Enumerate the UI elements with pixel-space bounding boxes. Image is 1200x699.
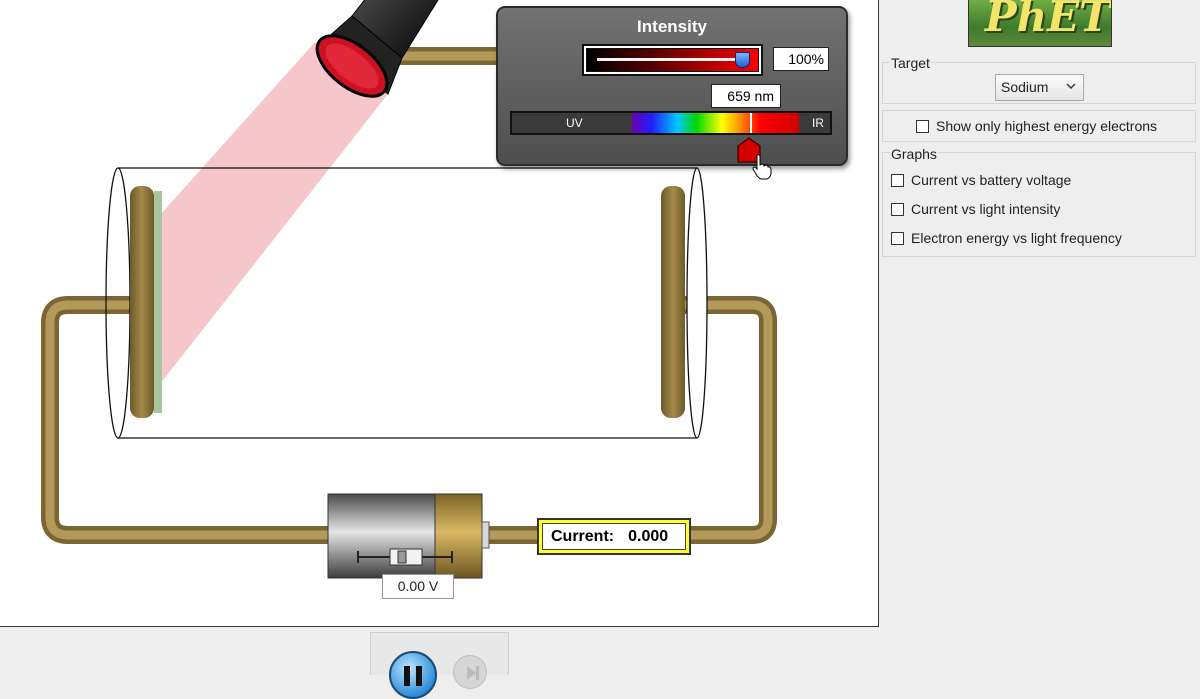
- phet-logo: PhET: [968, 0, 1112, 47]
- target-plate: [130, 186, 154, 418]
- step-icon: [467, 666, 479, 680]
- target-select[interactable]: Sodium: [995, 74, 1084, 101]
- intensity-track-line: [597, 58, 744, 61]
- intensity-slider[interactable]: [582, 44, 763, 76]
- clock-controls: [370, 632, 509, 699]
- graph-current-vs-intensity-label: Current vs light intensity: [911, 201, 1061, 217]
- current-label: Current:: [551, 528, 615, 545]
- chevron-down-icon: [1066, 83, 1076, 89]
- simulation-canvas: Current: 0.000 0.00 V Intensity 100% 659 …: [0, 0, 879, 627]
- highest-energy-label: Show only highest energy electrons: [936, 118, 1158, 134]
- wavelength-value-field[interactable]: 659 nm: [711, 84, 781, 108]
- current-value: 0.000: [628, 528, 669, 545]
- target-metal-coating: [154, 191, 162, 413]
- graph-energy-vs-frequency-label: Electron energy vs light frequency: [911, 230, 1122, 246]
- pause-button[interactable]: [389, 651, 437, 699]
- graph-current-vs-voltage-row[interactable]: Current vs battery voltage: [891, 172, 1071, 188]
- wavelength-pointer: [750, 113, 752, 133]
- ir-label: IR: [812, 116, 824, 130]
- graph-energy-vs-frequency-row[interactable]: Electron energy vs light frequency: [891, 230, 1122, 246]
- hand-cursor-icon: [752, 154, 772, 180]
- uv-label: UV: [566, 116, 583, 130]
- highest-energy-checkbox[interactable]: [916, 120, 929, 133]
- intensity-thumb[interactable]: [735, 52, 750, 68]
- graph-current-vs-voltage-label: Current vs battery voltage: [911, 172, 1072, 188]
- current-meter: Current: 0.000: [537, 518, 691, 555]
- graphs-title: Graphs: [890, 146, 938, 162]
- graph-current-vs-voltage-checkbox[interactable]: [891, 174, 904, 187]
- control-panel: PhET Target Sodium Show only highest ene…: [880, 0, 1200, 675]
- target-title: Target: [890, 55, 931, 71]
- wavelength-spectrum-slider[interactable]: UV IR: [510, 111, 832, 135]
- graph-current-vs-intensity-row[interactable]: Current vs light intensity: [891, 201, 1060, 217]
- collector-plate: [661, 186, 685, 418]
- step-button[interactable]: [453, 655, 487, 689]
- light-control-panel: Intensity 100% 659 nm UV IR: [496, 6, 848, 180]
- intensity-title: Intensity: [637, 17, 707, 36]
- highest-energy-checkbox-row[interactable]: Show only highest energy electrons: [916, 118, 1157, 134]
- graph-current-vs-intensity-checkbox[interactable]: [891, 203, 904, 216]
- voltage-readout[interactable]: 0.00 V: [382, 574, 454, 599]
- graph-energy-vs-frequency-checkbox[interactable]: [891, 232, 904, 245]
- intensity-value-field[interactable]: 100%: [773, 47, 829, 71]
- target-selected-value: Sodium: [1001, 79, 1049, 95]
- intensity-track[interactable]: [586, 48, 759, 72]
